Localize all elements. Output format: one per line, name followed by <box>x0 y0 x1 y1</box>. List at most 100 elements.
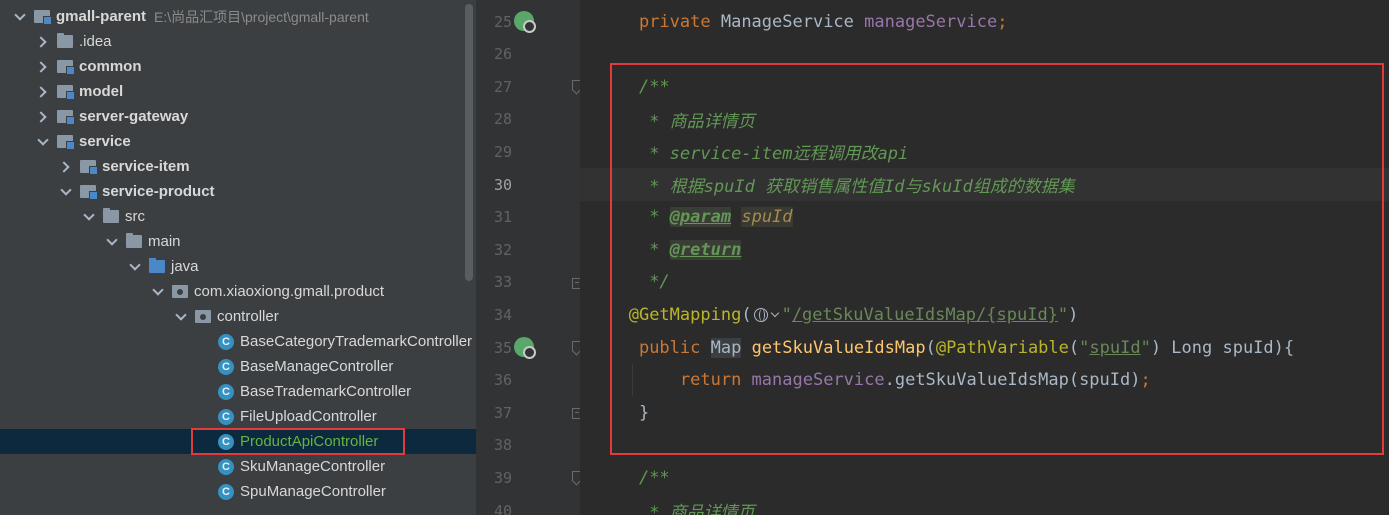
line-number: 38 <box>493 436 512 455</box>
line-number: 32 <box>493 240 512 259</box>
folder-icon <box>103 208 119 223</box>
tree-item-label: service-product <box>102 183 215 200</box>
code-token: ; <box>997 11 1008 32</box>
tree-item-label: SkuManageController <box>240 458 386 475</box>
tree-item-src[interactable]: src <box>0 204 476 229</box>
chevron-down-icon[interactable] <box>83 211 95 223</box>
tree-item-label: controller <box>217 308 279 325</box>
gutter-line: 30 <box>476 168 580 201</box>
gutter-line: 31 <box>476 201 580 234</box>
module-icon <box>34 10 52 25</box>
tree-item-service-item[interactable]: service-item <box>0 154 476 179</box>
tree-item-label: main <box>148 233 181 250</box>
tree-item-service[interactable]: service <box>0 129 476 154</box>
tree-item-label: java <box>171 258 199 275</box>
module-icon <box>57 135 75 150</box>
gutter-line: 37 <box>476 396 584 429</box>
tree-item-label: BaseCategoryTrademarkController <box>240 333 473 350</box>
tree-item-label: service <box>79 133 131 150</box>
module-icon <box>57 85 75 100</box>
gutter-line: 26 <box>476 38 580 71</box>
code-line[interactable]: * 商品详情页 <box>580 494 1389 515</box>
tree-item-label: model <box>79 83 124 100</box>
chevron-down-icon[interactable] <box>129 261 141 273</box>
tree-scrollbar[interactable] <box>465 4 473 281</box>
tree-item-label: com.xiaoxiong.gmall.product <box>194 283 385 300</box>
line-number: 29 <box>493 142 512 161</box>
tree-item-main[interactable]: main <box>0 229 476 254</box>
chevron-right-icon[interactable] <box>37 111 49 123</box>
line-number: 39 <box>493 468 512 487</box>
run-marker-icon[interactable] <box>514 337 536 359</box>
tree-item-skumanagecontroller[interactable]: C SkuManageController <box>0 454 476 479</box>
tree-item-java[interactable]: java <box>0 254 476 279</box>
tree-item-common[interactable]: common <box>0 54 476 79</box>
line-number: 26 <box>493 45 512 64</box>
class-icon: C <box>218 458 234 475</box>
tree-item-server-gateway[interactable]: server-gateway <box>0 104 476 129</box>
code-token: manageService <box>864 11 998 32</box>
tree-item-basetrademarkcontroller[interactable]: C BaseTrademarkController <box>0 379 476 404</box>
tree-item-label: gmall-parent <box>56 8 147 25</box>
chevron-right-icon[interactable] <box>37 86 49 98</box>
line-number: 36 <box>493 371 512 390</box>
gutter-line: 34 <box>476 298 580 331</box>
tree-item-controller[interactable]: controller <box>0 304 476 329</box>
code-line[interactable]: /** <box>580 461 1389 494</box>
line-number: 31 <box>493 208 512 227</box>
tree-item-fileuploadcontroller[interactable]: C FileUploadController <box>0 404 476 429</box>
gutter-line: 27 <box>476 70 584 103</box>
class-icon: C <box>218 333 234 350</box>
gutter-line: 38 <box>476 429 580 462</box>
chevron-down-icon[interactable] <box>175 311 187 323</box>
module-icon <box>80 160 98 175</box>
gutter-line: 33 <box>476 266 584 299</box>
chevron-right-icon[interactable] <box>60 161 72 173</box>
gutter-line: 39 <box>476 461 584 494</box>
tree-item-com-xiaoxiong-gmall-product[interactable]: com.xiaoxiong.gmall.product <box>0 279 476 304</box>
tree-item-service-product[interactable]: service-product <box>0 179 476 204</box>
tree-item-model[interactable]: model <box>0 79 476 104</box>
tree-item-label: BaseManageController <box>240 358 394 375</box>
gutter-line: 25 <box>476 5 580 38</box>
src-icon <box>149 258 165 273</box>
tree-item-label: BaseTrademarkController <box>240 383 412 400</box>
line-number: 37 <box>493 403 512 422</box>
tree-item-basecategorytrademarkcontroller[interactable]: C BaseCategoryTrademarkController <box>0 329 476 354</box>
chevron-down-icon[interactable] <box>60 186 72 198</box>
folder-icon <box>126 233 142 248</box>
tree-item-spumanagecontroller[interactable]: C SpuManageController <box>0 479 476 504</box>
class-icon: C <box>218 408 234 425</box>
chevron-down-icon[interactable] <box>14 11 26 23</box>
run-marker-icon[interactable] <box>514 11 536 33</box>
module-icon <box>57 60 75 75</box>
code-token: private <box>638 11 721 32</box>
gutter-line: 35 <box>476 331 584 364</box>
chevron-down-icon[interactable] <box>106 236 118 248</box>
tree-item-label: server-gateway <box>79 108 189 125</box>
tree-item-label: service-item <box>102 158 190 175</box>
chevron-down-icon[interactable] <box>37 136 49 148</box>
tree-highlight-box <box>191 428 405 455</box>
tree-item-label: FileUploadController <box>240 408 377 425</box>
pkg-icon <box>195 310 211 323</box>
tree-item-idea[interactable]: .idea <box>0 29 476 54</box>
module-icon <box>80 185 98 200</box>
chevron-right-icon[interactable] <box>37 61 49 73</box>
tree-item-gmall-parent[interactable]: gmall-parent E:\尚品汇项目\project\gmall-paren… <box>0 4 476 29</box>
chevron-down-icon[interactable] <box>152 286 164 298</box>
code-token: ManageService <box>720 11 865 32</box>
tree-item-label: SpuManageController <box>240 483 386 500</box>
chevron-right-icon[interactable] <box>37 36 49 48</box>
code-line[interactable]: private ManageService manageService; <box>580 5 1389 38</box>
line-number: 28 <box>493 110 512 129</box>
line-number: 33 <box>493 273 512 292</box>
tree-item-basemanagecontroller[interactable]: C BaseManageController <box>0 354 476 379</box>
